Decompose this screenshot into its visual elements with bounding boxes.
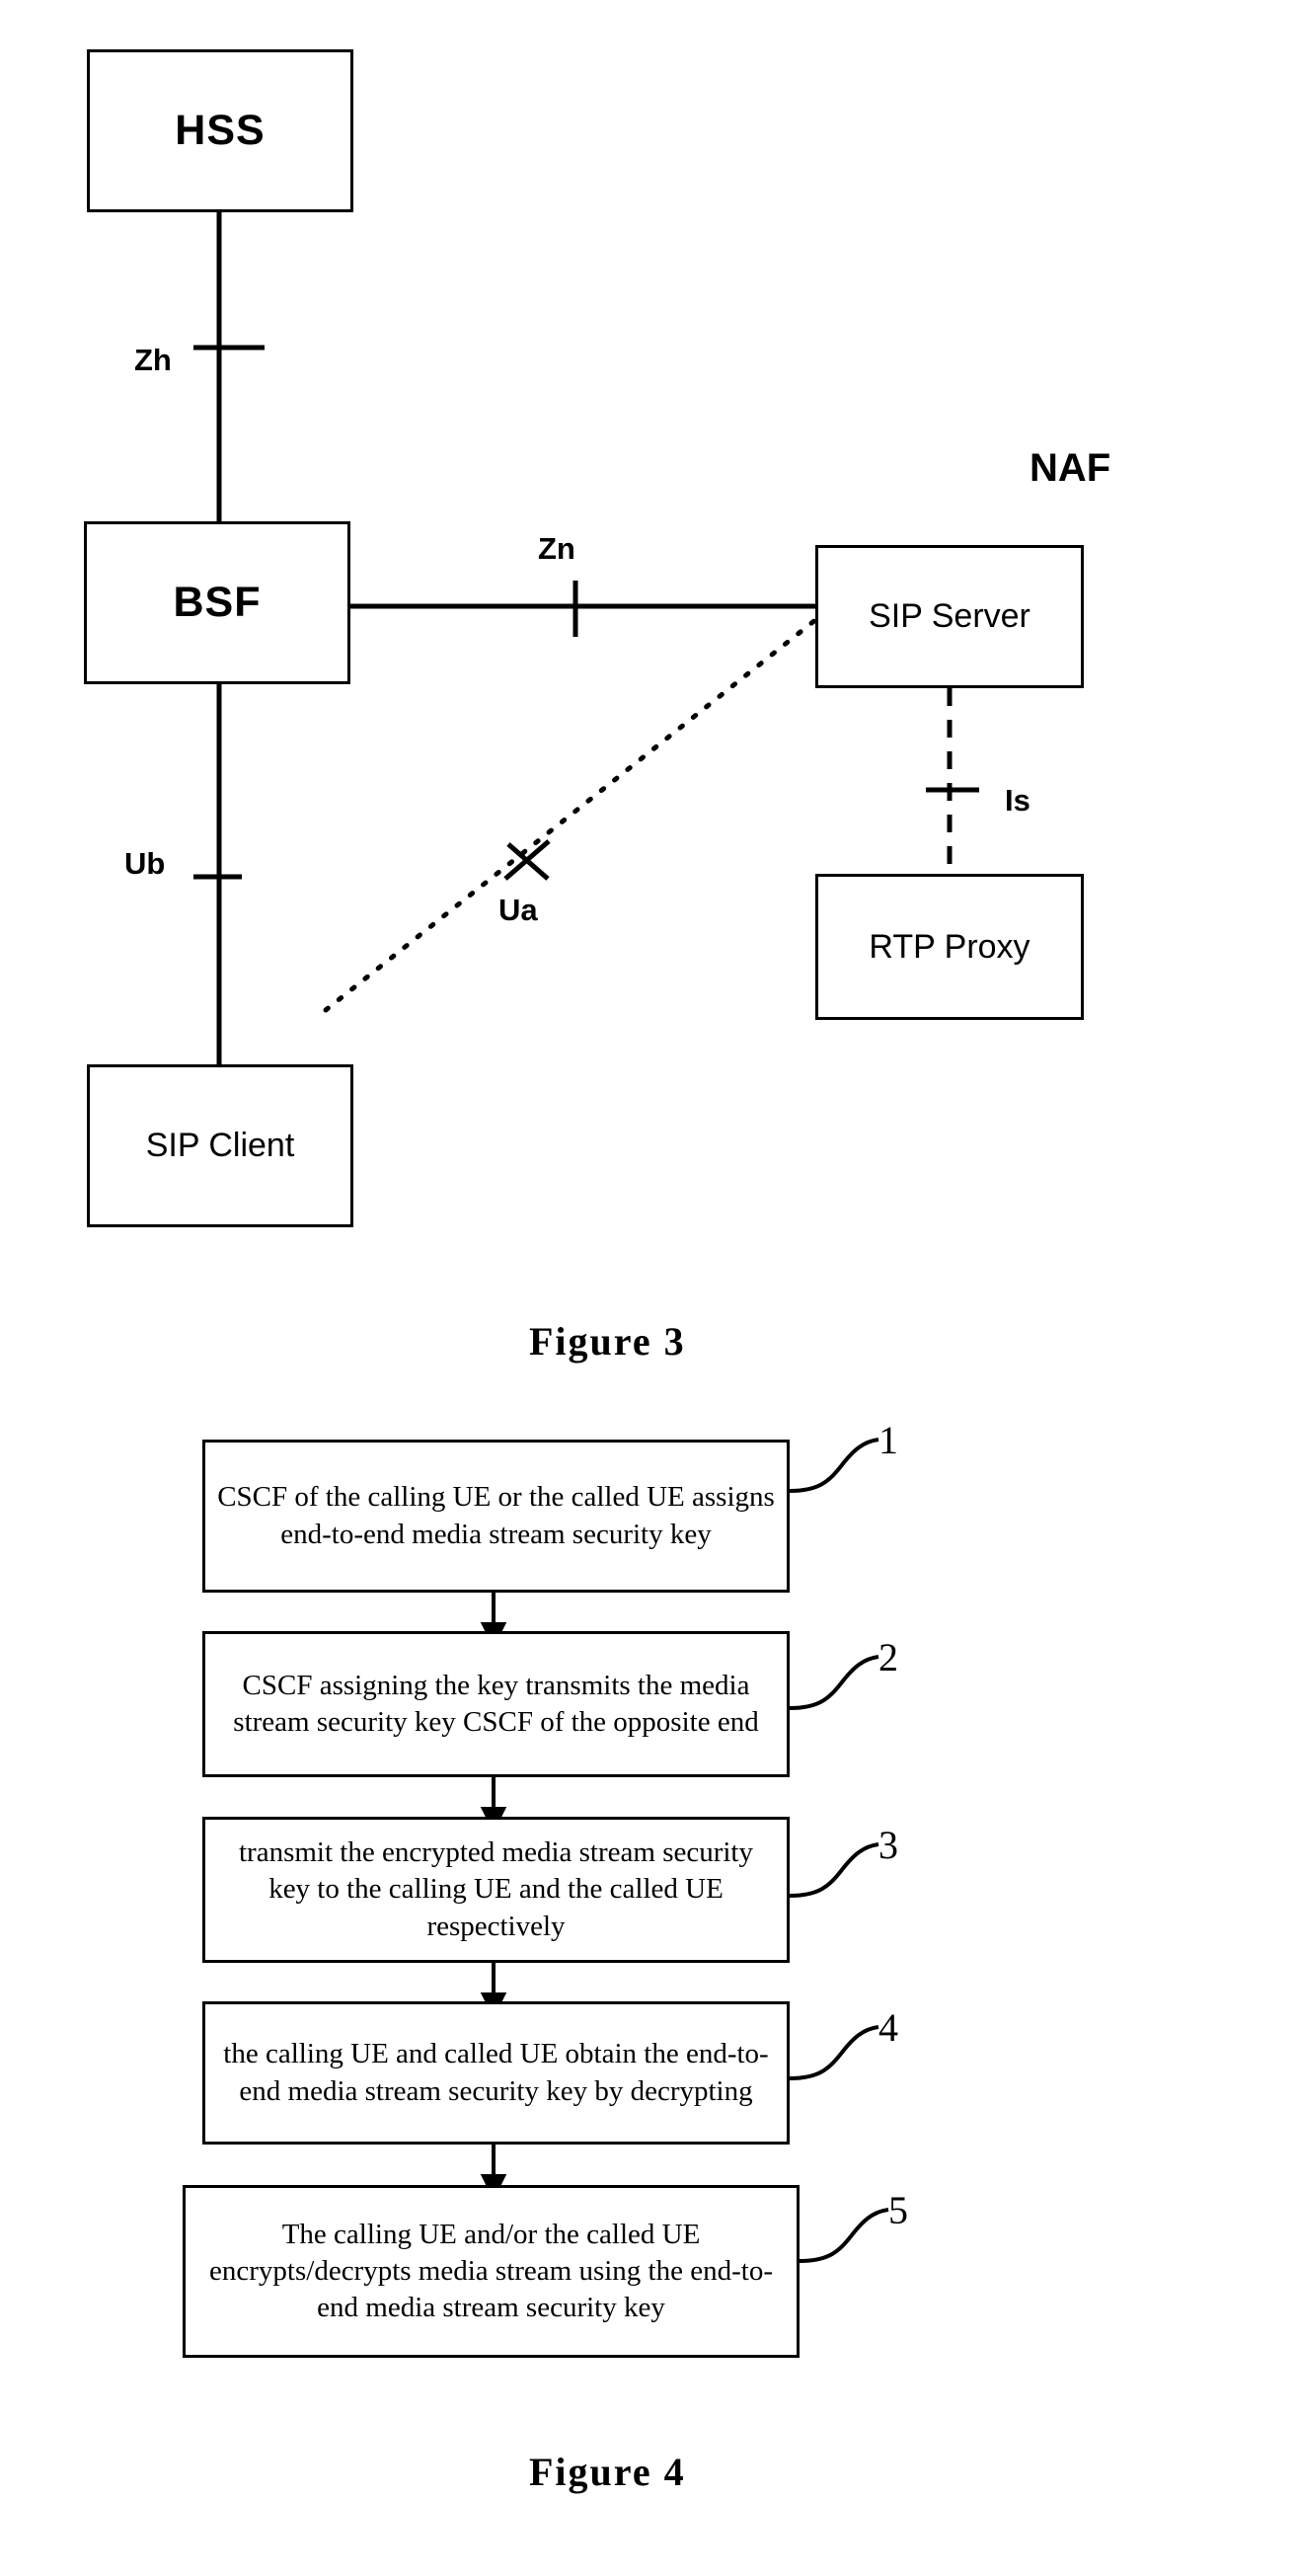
node-sip-server-label: SIP Server [869, 597, 1030, 635]
node-rtp-proxy: RTP Proxy [815, 874, 1084, 1020]
flow-step-1-number: 1 [878, 1418, 898, 1462]
flow-step-5-number: 5 [888, 2188, 908, 2232]
interface-label-is: Is [1005, 783, 1030, 818]
node-hss-label: HSS [175, 107, 266, 154]
interface-label-ub: Ub [124, 846, 166, 881]
flow-step-2-text: CSCF assigning the key transmits the med… [233, 1669, 759, 1738]
flow-step-3-text: transmit the encrypted media stream secu… [238, 1836, 753, 1942]
flow-step-4: the calling UE and called UE obtain the … [202, 2001, 790, 2145]
group-label-naf: NAF [1030, 446, 1111, 490]
interface-label-zn: Zn [538, 531, 575, 566]
node-bsf: BSF [84, 521, 350, 684]
figure-4-caption: Figure 4 [529, 2450, 686, 2494]
flow-step-4-text: the calling UE and called UE obtain the … [223, 2038, 769, 2107]
node-hss: HSS [87, 49, 353, 212]
flow-step-2-number: 2 [878, 1635, 898, 1679]
node-rtp-proxy-label: RTP Proxy [869, 927, 1030, 966]
flow-step-1: CSCF of the calling UE or the called UE … [202, 1440, 790, 1593]
flow-step-2: CSCF assigning the key transmits the med… [202, 1631, 790, 1777]
flow-step-4-number: 4 [878, 2005, 898, 2050]
flow-step-3-number: 3 [878, 1823, 898, 1867]
node-sip-client: SIP Client [87, 1064, 353, 1227]
node-sip-client-label: SIP Client [145, 1127, 295, 1164]
flow-step-1-text: CSCF of the calling UE or the called UE … [217, 1481, 775, 1550]
node-sip-server: SIP Server [815, 545, 1084, 688]
flow-step-5-text: The calling UE and/or the called UE encr… [209, 2218, 773, 2324]
figure-3-caption: Figure 3 [529, 1319, 686, 1364]
node-bsf-label: BSF [173, 579, 262, 626]
interface-label-ua: Ua [498, 893, 538, 927]
interface-label-zh: Zh [134, 343, 172, 377]
flow-step-5: The calling UE and/or the called UE encr… [183, 2185, 800, 2358]
flow-step-3: transmit the encrypted media stream secu… [202, 1817, 790, 1963]
